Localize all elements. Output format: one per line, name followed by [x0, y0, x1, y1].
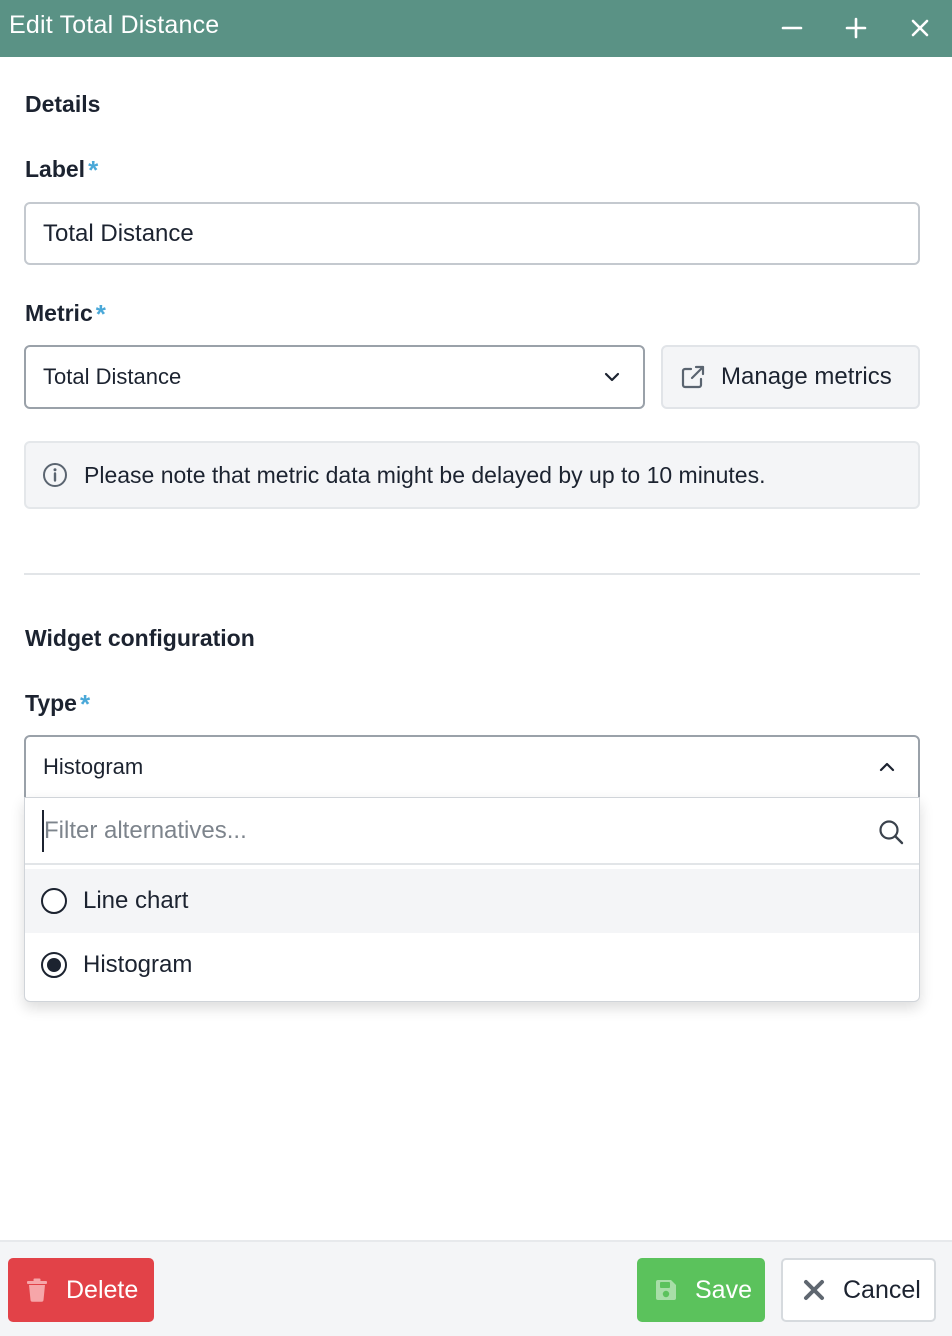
- delete-button[interactable]: Delete: [8, 1258, 154, 1322]
- plus-icon: [845, 17, 867, 39]
- maximize-button[interactable]: [836, 8, 876, 48]
- close-icon: [804, 1280, 824, 1300]
- delay-notice: Please note that metric data might be de…: [24, 441, 920, 509]
- type-field-label: Type *: [25, 689, 90, 720]
- window-title: Edit Total Distance: [9, 11, 220, 39]
- minus-icon: [781, 26, 803, 30]
- external-link-icon: [681, 365, 705, 389]
- notice-text: Please note that metric data might be de…: [84, 461, 766, 488]
- label-field-label: Label *: [25, 155, 98, 186]
- radio-unselected-icon: [41, 888, 67, 914]
- type-dropdown-menu: Line chart Histogram: [24, 797, 920, 1002]
- widget-configuration-title: Widget configuration: [25, 625, 255, 651]
- radio-selected-icon: [41, 952, 67, 978]
- save-label: Save: [695, 1275, 752, 1304]
- cancel-label: Cancel: [843, 1275, 921, 1304]
- save-button[interactable]: Save: [637, 1258, 765, 1322]
- type-select-value: Histogram: [43, 754, 144, 779]
- info-icon: [43, 463, 67, 487]
- close-icon: [911, 19, 929, 37]
- filter-row: [25, 798, 919, 865]
- type-field-label-text: Type: [25, 690, 77, 716]
- trash-icon: [27, 1278, 47, 1302]
- close-button[interactable]: [900, 8, 940, 48]
- delete-label: Delete: [66, 1275, 139, 1304]
- section-divider: [24, 573, 920, 575]
- window-titlebar: Edit Total Distance: [0, 0, 952, 57]
- cancel-button[interactable]: Cancel: [781, 1258, 936, 1322]
- option-histogram[interactable]: Histogram: [25, 933, 919, 997]
- manage-metrics-label: Manage metrics: [721, 363, 892, 390]
- details-section-title: Details: [25, 91, 101, 117]
- chevron-down-icon: [604, 372, 620, 382]
- metric-select[interactable]: Total Distance: [24, 345, 645, 409]
- option-label: Line chart: [83, 887, 189, 914]
- label-field-label-text: Label: [25, 156, 86, 182]
- metric-field-label: Metric *: [25, 299, 106, 330]
- filter-input[interactable]: [42, 810, 862, 852]
- required-marker: *: [79, 689, 91, 719]
- metric-select-value: Total Distance: [43, 364, 182, 389]
- dialog-footer: Delete Save Cancel: [0, 1240, 952, 1336]
- manage-metrics-button[interactable]: Manage metrics: [661, 345, 920, 409]
- metric-field-label-text: Metric: [25, 300, 93, 326]
- required-marker: *: [88, 155, 99, 185]
- option-label: Histogram: [83, 951, 193, 978]
- type-select[interactable]: Histogram: [24, 735, 920, 799]
- label-input[interactable]: [24, 202, 920, 265]
- search-icon: [879, 820, 904, 845]
- required-marker: *: [95, 299, 106, 329]
- floppy-disk-icon: [656, 1280, 676, 1300]
- option-line-chart[interactable]: Line chart: [25, 869, 919, 933]
- chevron-up-icon: [879, 762, 895, 772]
- minimize-button[interactable]: [772, 8, 812, 48]
